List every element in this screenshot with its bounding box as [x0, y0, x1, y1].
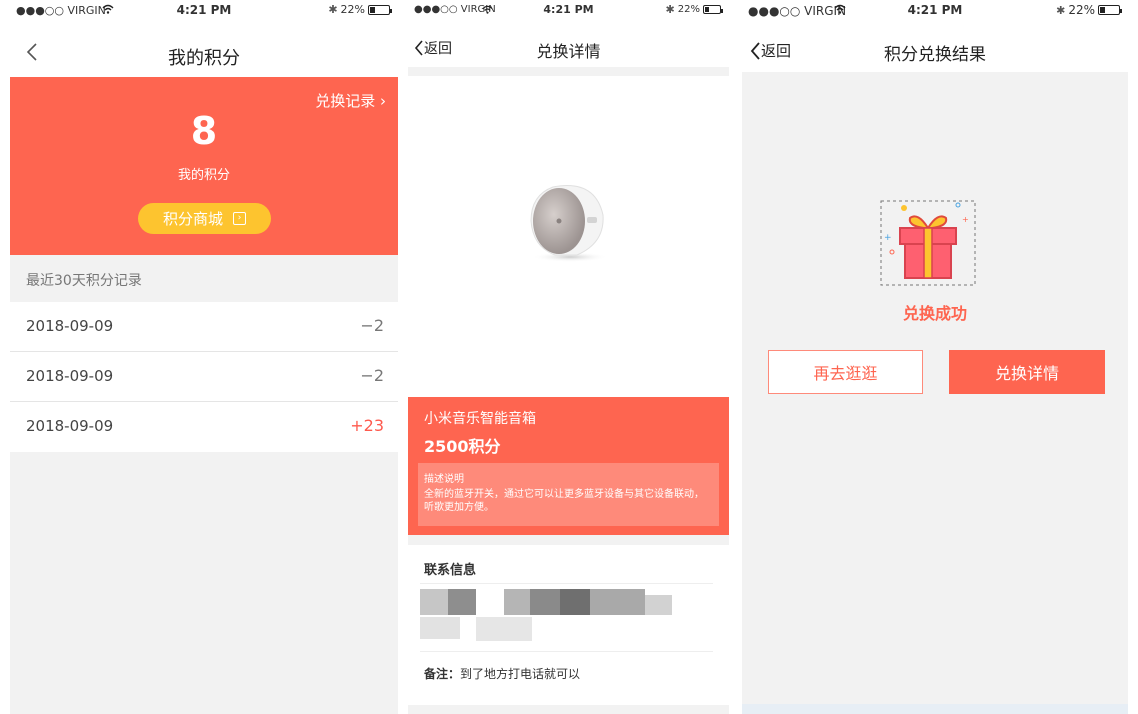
page-title: 我的积分	[168, 48, 240, 69]
description-title: 描述说明	[424, 474, 464, 485]
divider	[420, 583, 713, 584]
description-text: 全新的蓝牙开关，通过它可以让更多蓝牙设备与其它设备联动，听歌更加方便。	[424, 489, 704, 513]
bluetooth-icon: ✱	[1056, 3, 1066, 17]
browse-again-button[interactable]: 再去逛逛	[768, 350, 923, 394]
screen-exchange-result: ●●●○○ VIRGIN 4:21 PM ✱ 22% 返回 积分兑换结果 + +…	[742, 0, 1128, 714]
nav-bar: 返回 积分兑换结果	[742, 20, 1128, 72]
status-bar: ●●●○○ VIRGIN 4:21 PM ✱ 22%	[742, 0, 1128, 20]
battery-icon	[703, 5, 723, 14]
record-date: 2018-09-09	[26, 367, 114, 385]
battery-indicator: ✱ 22%	[328, 3, 392, 16]
svg-text:+: +	[884, 233, 892, 243]
record-value: −2	[360, 316, 384, 335]
product-card: 小米音乐智能音箱 2500积分 描述说明 全新的蓝牙开关，通过它可以让更多蓝牙设…	[408, 397, 729, 535]
page-title: 积分兑换结果	[884, 45, 986, 65]
points-mall-button[interactable]: 积分商城 ›	[138, 203, 271, 234]
note-label: 备注：	[424, 667, 461, 681]
screen-exchange-details: ●●●○○ VIRGIN 4:21 PM ✱ 22% 返回 兑换详情 小米音乐智…	[408, 0, 729, 714]
battery-indicator: ✱ 22%	[1056, 3, 1122, 17]
battery-icon	[368, 4, 392, 15]
note: 备注：到了地方打电话就可以	[424, 665, 580, 682]
bottom-bar	[742, 704, 1128, 714]
page-title: 兑换详情	[536, 42, 601, 61]
gift-icon: + +	[880, 200, 976, 286]
divider	[420, 651, 713, 652]
contact-section: 联系信息 备注：到了地方打电话就可以	[408, 545, 729, 705]
product-name: 小米音乐智能音箱	[424, 411, 536, 427]
record-value: +23	[350, 416, 384, 435]
description-box: 描述说明 全新的蓝牙开关，通过它可以让更多蓝牙设备与其它设备联动，听歌更加方便。	[418, 463, 719, 526]
battery-indicator: ✱ 22%	[665, 3, 723, 16]
records-list: 2018-09-09 −2 2018-09-09 −2 2018-09-09 +…	[10, 302, 398, 452]
product-image-area	[408, 76, 729, 397]
points-value: 8	[190, 109, 218, 153]
speaker-product-image	[530, 185, 608, 262]
exchange-records-link[interactable]: 兑换记录 ›	[315, 90, 386, 111]
list-item: 2018-09-09 −2	[10, 352, 398, 402]
arrow-box-icon: ›	[233, 212, 246, 225]
bluetooth-icon: ✱	[665, 3, 675, 16]
points-summary: 兑换记录 › 8 我的积分 积分商城 ›	[10, 77, 398, 255]
points-label: 我的积分	[177, 168, 230, 183]
battery-percent: 22%	[677, 4, 700, 15]
status-bar: ●●●○○ VIRGIN 4:21 PM ✱ 22%	[10, 0, 398, 20]
points-mall-label: 积分商城	[162, 210, 223, 228]
list-item: 2018-09-09 +23	[10, 402, 398, 452]
record-value: −2	[360, 366, 384, 385]
bluetooth-icon: ✱	[328, 3, 338, 16]
note-text: 到了地方打电话就可以	[460, 667, 581, 681]
record-date: 2018-09-09	[26, 317, 114, 335]
product-points: 2500积分	[424, 437, 501, 456]
svg-text:+: +	[962, 215, 969, 224]
section-header: 最近30天积分记录	[26, 273, 142, 289]
record-date: 2018-09-09	[26, 417, 114, 435]
nav-bar: 我的积分	[10, 20, 398, 77]
exchange-details-button[interactable]: 兑换详情	[949, 350, 1105, 394]
nav-bar: 返回 兑换详情	[408, 20, 729, 67]
status-bar: ●●●○○ VIRGIN 4:21 PM ✱ 22%	[408, 0, 729, 20]
battery-icon	[1098, 5, 1122, 15]
contact-title: 联系信息	[424, 563, 477, 578]
success-message: 兑换成功	[902, 304, 967, 323]
battery-percent: 22%	[1068, 3, 1095, 17]
list-item: 2018-09-09 −2	[10, 302, 398, 352]
screen-my-points: ●●●○○ VIRGIN 4:21 PM ✱ 22% 我的积分 兑换记录 › 8…	[10, 0, 398, 714]
battery-percent: 22%	[340, 3, 365, 16]
